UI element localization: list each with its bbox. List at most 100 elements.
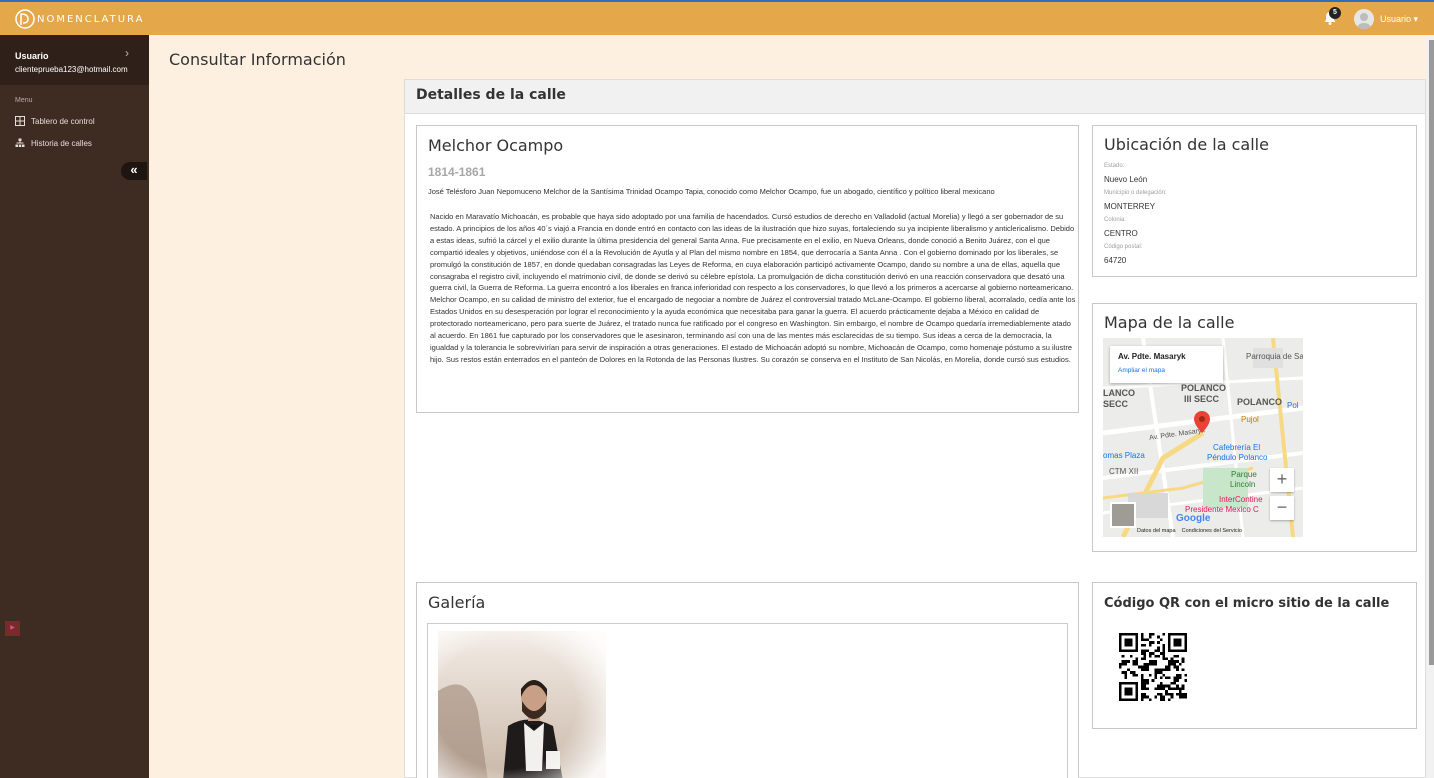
map-zoom-in-button[interactable]: + — [1270, 468, 1294, 492]
qr-module — [1159, 698, 1163, 701]
neighborhood-value: CENTRO — [1104, 229, 1138, 238]
qr-module — [1178, 690, 1182, 693]
qr-module — [1151, 652, 1155, 655]
qr-module — [1148, 643, 1152, 647]
qr-module — [1124, 681, 1128, 685]
portrait-image[interactable] — [438, 631, 606, 778]
qr-module — [1127, 690, 1130, 693]
qr-module — [1143, 652, 1147, 655]
brand-name: NOMENCLATURA — [37, 13, 145, 25]
qr-module — [1143, 662, 1147, 666]
qr-module — [1148, 652, 1152, 655]
map-label-ctm: CTM XII — [1109, 467, 1139, 476]
qr-module — [1154, 660, 1158, 663]
qr-module — [1124, 660, 1128, 663]
sidebar-item-label: Historia de calles — [31, 138, 92, 148]
sidebar-user-block[interactable]: Usuario clienteprueba123@hotmail.com › — [0, 35, 149, 85]
brand[interactable]: NOMENCLATURA — [14, 8, 144, 30]
qr-module — [1146, 665, 1149, 669]
qr-module — [1170, 681, 1174, 685]
qr-module — [1140, 698, 1144, 701]
street-details-panel: Detalles de la calle Melchor Ocampo 1814… — [404, 79, 1426, 778]
qr-module — [1159, 681, 1163, 685]
qr-module — [1140, 695, 1144, 699]
qr-module — [1157, 668, 1160, 672]
qr-module — [1129, 641, 1133, 644]
qr-module — [1143, 657, 1147, 661]
qr-module — [1162, 654, 1166, 658]
qr-module — [1181, 684, 1185, 688]
sidebar-collapse-button[interactable]: « — [121, 162, 147, 180]
qr-module — [1167, 687, 1171, 691]
qr-module — [1119, 641, 1122, 644]
qr-module — [1167, 676, 1171, 680]
qr-module — [1124, 641, 1128, 644]
qr-module — [1170, 633, 1174, 636]
map-satellite-toggle[interactable] — [1110, 502, 1136, 528]
qr-module — [1167, 649, 1171, 653]
qr-module — [1181, 695, 1185, 699]
enlarge-map-link[interactable]: Ampliar el mapa — [1118, 367, 1165, 374]
qr-module — [1135, 681, 1139, 685]
avatar[interactable] — [1354, 9, 1374, 29]
map-data-link[interactable]: Datos del mapa — [1137, 528, 1176, 534]
qr-module — [1151, 662, 1155, 666]
location-title: Ubicación de la calle — [1104, 135, 1269, 154]
qr-module — [1184, 692, 1187, 696]
notification-badge: 5 — [1329, 7, 1341, 19]
qr-module — [1121, 654, 1125, 658]
qr-module — [1167, 665, 1171, 669]
qr-module — [1143, 649, 1147, 653]
qr-module — [1176, 692, 1179, 696]
map-pin-icon[interactable] — [1194, 411, 1210, 433]
google-logo: Google — [1176, 513, 1211, 524]
qr-module — [1159, 668, 1163, 672]
map-label-secc: SECC — [1103, 399, 1129, 409]
user-menu-toggle[interactable]: Usuario ▾ — [1380, 14, 1418, 25]
gallery-title: Galería — [428, 593, 486, 612]
qr-module — [1127, 638, 1130, 642]
qr-module — [1176, 673, 1179, 677]
sidebar-item-tablero[interactable]: Tablero de control — [15, 116, 95, 126]
qr-module — [1121, 633, 1125, 636]
qr-module — [1159, 652, 1163, 655]
qr-module — [1127, 668, 1130, 672]
qr-module — [1167, 635, 1171, 639]
qr-module — [1165, 665, 1168, 669]
page-scrollbar-thumb[interactable] — [1429, 40, 1434, 665]
qr-module — [1173, 679, 1177, 682]
street-map[interactable]: Parroquia de San POLANCO III SECC LANCO … — [1103, 338, 1303, 537]
qr-module — [1124, 649, 1128, 653]
qr-module — [1135, 673, 1139, 677]
qr-module — [1140, 681, 1144, 685]
qr-module — [1157, 635, 1160, 639]
qr-module — [1157, 654, 1160, 658]
qr-module — [1184, 638, 1187, 642]
qr-module — [1170, 662, 1174, 666]
qr-module — [1173, 676, 1177, 680]
qr-module — [1157, 641, 1160, 644]
sidebar-item-historia[interactable]: Historia de calles — [15, 138, 92, 148]
qr-module — [1140, 676, 1144, 680]
qr-module — [1135, 635, 1139, 639]
qr-module — [1157, 684, 1160, 688]
qr-module — [1151, 633, 1155, 636]
qr-module — [1140, 633, 1144, 636]
qr-module — [1148, 660, 1152, 663]
qr-module — [1176, 633, 1179, 636]
play-icon[interactable]: ▶ — [5, 621, 20, 636]
qr-module — [1176, 665, 1179, 669]
qr-module — [1176, 668, 1179, 672]
qr-module — [1127, 643, 1130, 647]
qr-module — [1124, 673, 1128, 677]
qr-module — [1148, 654, 1152, 658]
map-zoom-out-button[interactable]: − — [1270, 496, 1294, 520]
qr-module — [1165, 676, 1168, 680]
qr-module — [1146, 662, 1149, 666]
map-terms-link[interactable]: Condiciones del Servicio — [1182, 528, 1242, 534]
qr-module — [1119, 687, 1122, 691]
qr-code-image[interactable] — [1119, 633, 1187, 701]
qr-module — [1176, 654, 1179, 658]
qr-module — [1162, 649, 1166, 653]
neighborhood-label: Colonia: — [1104, 217, 1127, 223]
